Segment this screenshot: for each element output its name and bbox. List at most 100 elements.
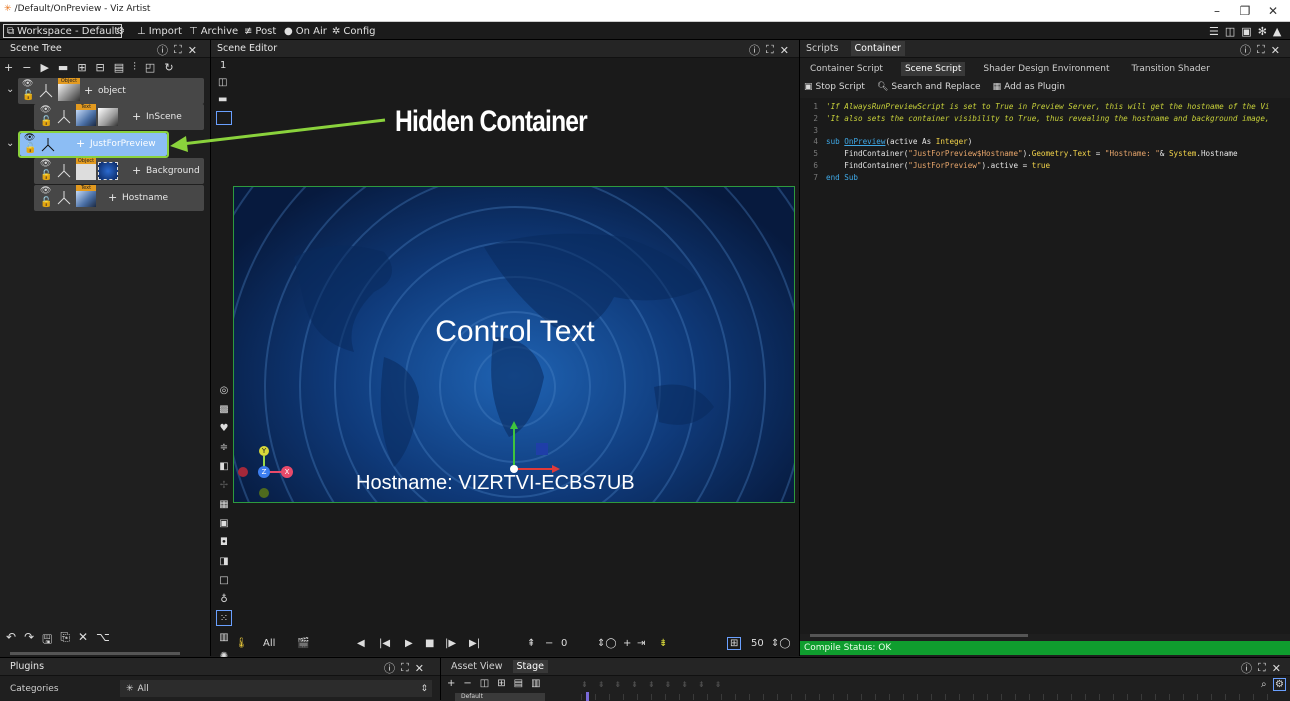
target-icon[interactable]: ◎ xyxy=(216,382,232,398)
undo-icon[interactable]: ↶ xyxy=(6,630,16,651)
tree-node-object[interactable]: 👁 🔓 Object + object xyxy=(18,78,204,104)
thermometer-icon[interactable]: 🌡 xyxy=(235,638,248,649)
step-back-icon[interactable]: |◀ xyxy=(379,638,390,649)
add-icon[interactable]: + xyxy=(108,191,117,204)
close-icon[interactable]: ✕ xyxy=(188,44,197,57)
split-icon[interactable]: ⫶ xyxy=(133,60,136,74)
settings-icon[interactable]: ⚙ xyxy=(1273,678,1286,691)
code-line[interactable]: 7 end Sub xyxy=(800,173,858,184)
expand-icon[interactable]: ⛶ xyxy=(401,661,409,675)
expand-icon[interactable]: ⛶ xyxy=(766,43,774,57)
layer-front-icon[interactable]: ◫ xyxy=(218,77,234,88)
visibility-icon[interactable]: 👁 xyxy=(24,133,35,143)
step-forward-icon[interactable]: |▶ xyxy=(445,638,456,649)
director-icon[interactable]: ▤ xyxy=(514,678,523,689)
visibility-icon[interactable]: 👁 xyxy=(40,186,51,196)
rect-icon[interactable]: □ xyxy=(216,572,232,588)
categories-select[interactable]: ✳ All ⇕ xyxy=(120,680,432,697)
transform-icon[interactable]: ≑ xyxy=(216,439,232,455)
expand-icon[interactable]: ⛶ xyxy=(1258,661,1266,675)
tab-shader-design[interactable]: Shader Design Environment xyxy=(979,62,1113,76)
tree-node-justforpreview[interactable]: 👁 🔓 + JustForPreview xyxy=(20,133,167,156)
lock-icon[interactable]: 🔓 xyxy=(40,116,52,127)
end-icon[interactable]: ▶| xyxy=(469,638,480,649)
rewind-icon[interactable]: ◀ xyxy=(357,638,365,649)
zoom-icon[interactable]: ⊞ xyxy=(727,636,742,650)
render-viewport[interactable]: Control Text Hostname: VIZRTVI-ECBS7UB xyxy=(233,186,795,503)
add-icon[interactable]: + xyxy=(76,137,85,150)
minus-icon[interactable]: − xyxy=(545,638,553,649)
tab-transition-shader[interactable]: Transition Shader xyxy=(1128,62,1214,76)
onair-menu[interactable]: ● On Air xyxy=(284,24,327,38)
code-line[interactable]: 2 'It also sets the container visibility … xyxy=(800,114,1269,125)
sync-icon[interactable]: ⇕◯ xyxy=(771,638,791,649)
lock-icon[interactable]: 🔓 xyxy=(24,143,36,154)
chevron-down-icon[interactable]: ⌄ xyxy=(6,84,14,95)
search-icon[interactable]: ⌕ xyxy=(1261,679,1267,690)
minimize-button[interactable]: – xyxy=(1206,2,1228,20)
marker-icon[interactable]: ⇟ xyxy=(659,638,667,649)
close-icon[interactable]: ✕ xyxy=(1271,44,1280,57)
transform-gizmo[interactable] xyxy=(504,417,564,477)
actor-icon[interactable]: ▥ xyxy=(531,678,540,689)
expand-icon[interactable]: ⛶ xyxy=(174,43,182,57)
play-icon[interactable]: ▶ xyxy=(40,61,48,74)
tab-container-script[interactable]: Container Script xyxy=(806,62,887,76)
code-hscrollbar[interactable] xyxy=(810,634,1028,637)
help-icon[interactable]: ⓘ xyxy=(384,660,395,676)
tree-expand-icon[interactable]: ⊞ xyxy=(77,61,86,74)
axis-disabled-icon[interactable]: ✢ xyxy=(216,477,232,493)
stage-timeline[interactable] xyxy=(581,694,1281,700)
visibility-icon[interactable]: 👁 xyxy=(40,105,51,115)
close-window-button[interactable]: ✕ xyxy=(1262,2,1284,20)
folder-icon[interactable]: ◫ xyxy=(480,678,489,689)
add-icon[interactable]: + xyxy=(4,61,13,74)
horizontal-scrollbar[interactable] xyxy=(10,652,180,655)
delete-icon[interactable]: ✕ xyxy=(78,630,88,651)
expand-icon[interactable]: ⛶ xyxy=(1257,43,1265,57)
remove-icon[interactable]: − xyxy=(463,678,471,689)
add-icon[interactable]: + xyxy=(84,84,93,97)
code-editor[interactable]: 1 'If AlwaysRunPreviewScript is set to Tr… xyxy=(800,98,1290,634)
add-key-icon[interactable]: ⇥ xyxy=(637,638,645,649)
close-icon[interactable]: ✕ xyxy=(780,44,789,57)
tab-scene-script[interactable]: Scene Script xyxy=(900,62,966,76)
redo-icon[interactable]: ↷ xyxy=(24,630,34,651)
close-icon[interactable]: ✕ xyxy=(1272,662,1281,675)
code-line[interactable]: 5 FindContainer("JustForPreview$Hostname… xyxy=(800,149,1237,160)
plus-icon[interactable]: + xyxy=(623,638,631,649)
range-label[interactable]: All xyxy=(263,638,275,649)
loop-icon[interactable]: ⇕◯ xyxy=(597,638,617,649)
gear-icon[interactable]: ✻ xyxy=(1258,25,1267,38)
save-as-icon[interactable]: ⎘ xyxy=(60,630,70,651)
grid-icon[interactable]: ▦ xyxy=(216,496,232,512)
post-menu[interactable]: ≢ Post xyxy=(244,24,276,38)
layers-icon[interactable]: ◫ xyxy=(1225,25,1235,38)
layer-main-icon[interactable]: ▬ xyxy=(218,94,234,105)
tree-collapse-icon[interactable]: ⊟ xyxy=(96,61,105,74)
workspace-menu[interactable]: ⧉ Workspace - Default xyxy=(3,24,123,38)
remove-icon[interactable]: − xyxy=(22,61,31,74)
chevron-down-icon[interactable]: ⌄ xyxy=(6,138,14,149)
tab-stage[interactable]: Stage xyxy=(512,660,548,673)
code-line[interactable]: 6 FindContainer("JustForPreview").active… xyxy=(800,161,1050,172)
camera-icon[interactable]: ▩ xyxy=(216,401,232,417)
merge-scene-icon[interactable]: ⌥ xyxy=(96,630,110,651)
add-icon[interactable]: + xyxy=(132,164,141,177)
lock-icon[interactable]: 🔓 xyxy=(22,90,34,101)
stop-icon[interactable]: ■ xyxy=(425,638,434,649)
title-area-icon[interactable]: ◘ xyxy=(216,534,232,550)
stop-script-button[interactable]: ▣ Stop Script xyxy=(804,82,865,92)
pin-icon[interactable]: ♁ xyxy=(216,591,232,607)
visibility-icon[interactable]: 👁 xyxy=(22,79,33,89)
bounding-box-icon[interactable]: ◧ xyxy=(216,458,232,474)
code-line[interactable]: 4 sub OnPreview(active As Integer) xyxy=(800,137,972,148)
help-icon[interactable]: ⓘ xyxy=(157,42,168,58)
tab-scripts[interactable]: Scripts xyxy=(806,43,839,54)
save-icon[interactable]: 🖫 xyxy=(42,630,52,651)
config-menu[interactable]: ✲ Config xyxy=(332,24,375,38)
maximize-button[interactable]: ❐ xyxy=(1234,2,1256,20)
tab-asset-view[interactable]: Asset View xyxy=(449,661,505,672)
group-icon[interactable]: ⊞ xyxy=(497,678,505,689)
tree-node-hostname[interactable]: 👁 🔓 Text + Hostname xyxy=(34,185,204,211)
